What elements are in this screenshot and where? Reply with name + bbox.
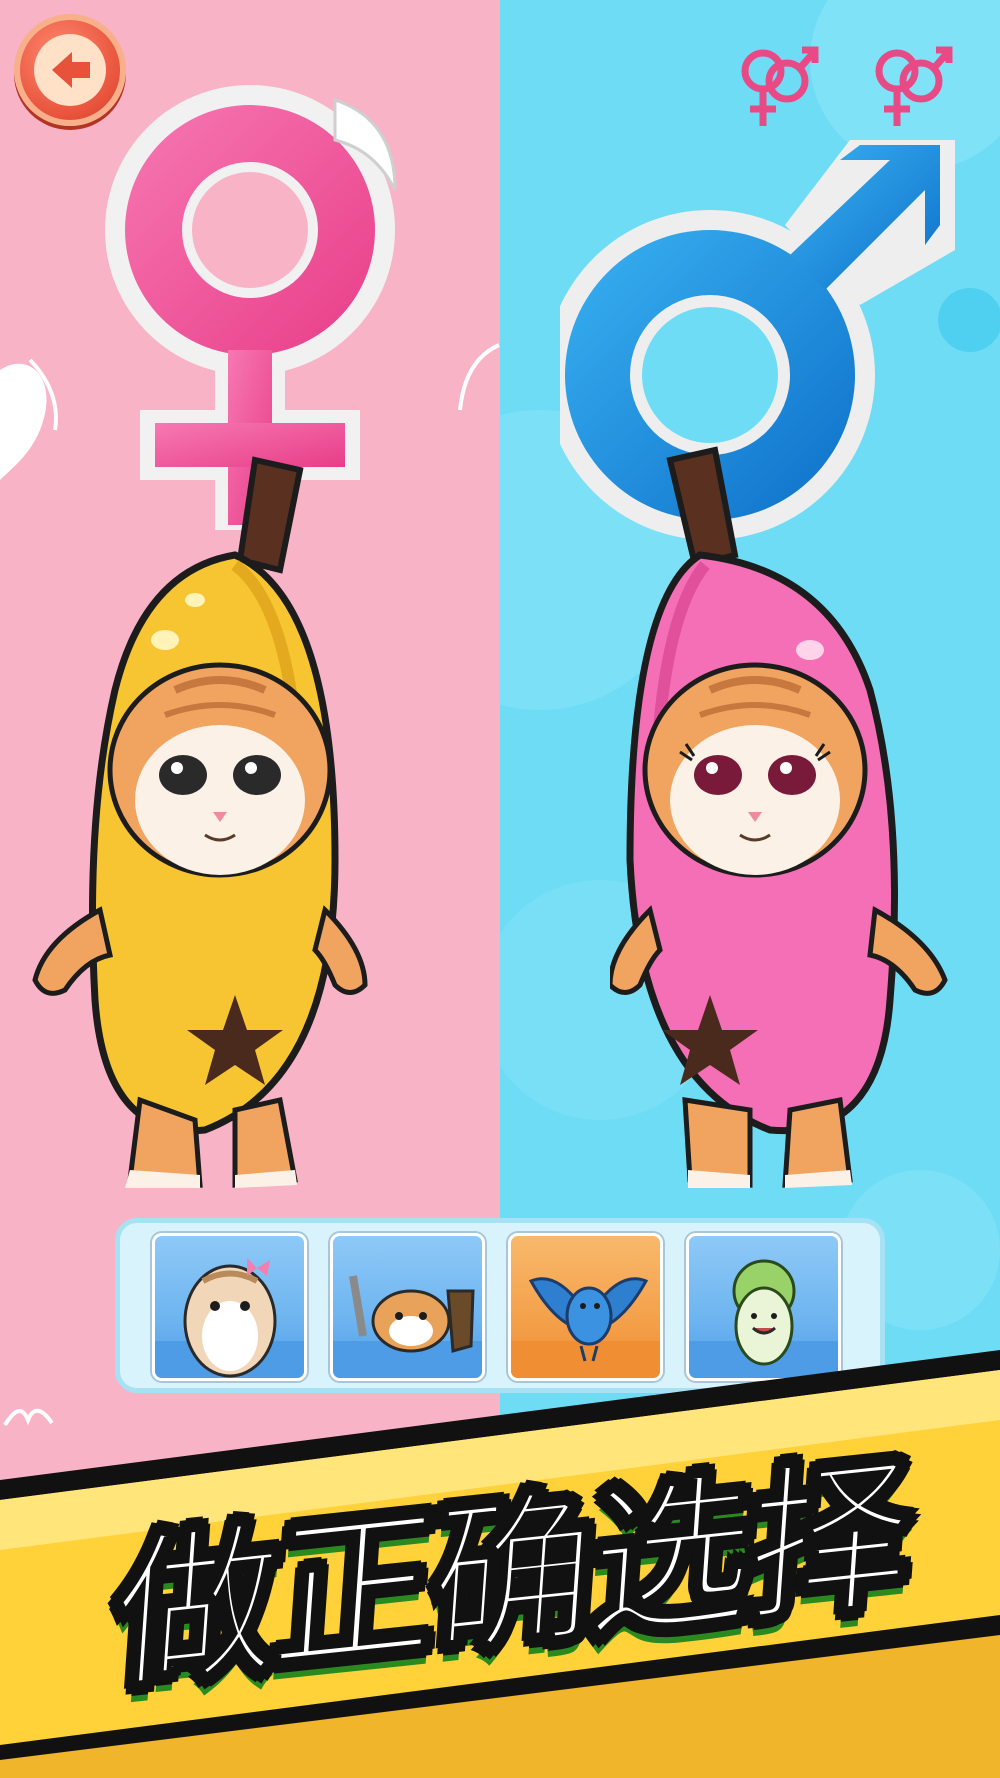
curve-doodle-icon bbox=[458, 343, 500, 411]
female-male-pair-icon[interactable] bbox=[864, 36, 954, 136]
female-male-pair-icon[interactable] bbox=[730, 36, 820, 136]
yellow-banana-cat-icon bbox=[32, 456, 368, 1188]
pink-banana-cat-choice[interactable] bbox=[607, 440, 970, 1210]
pink-banana-cat-icon bbox=[607, 446, 948, 1188]
yellow-banana-cat-choice[interactable] bbox=[25, 440, 375, 1210]
